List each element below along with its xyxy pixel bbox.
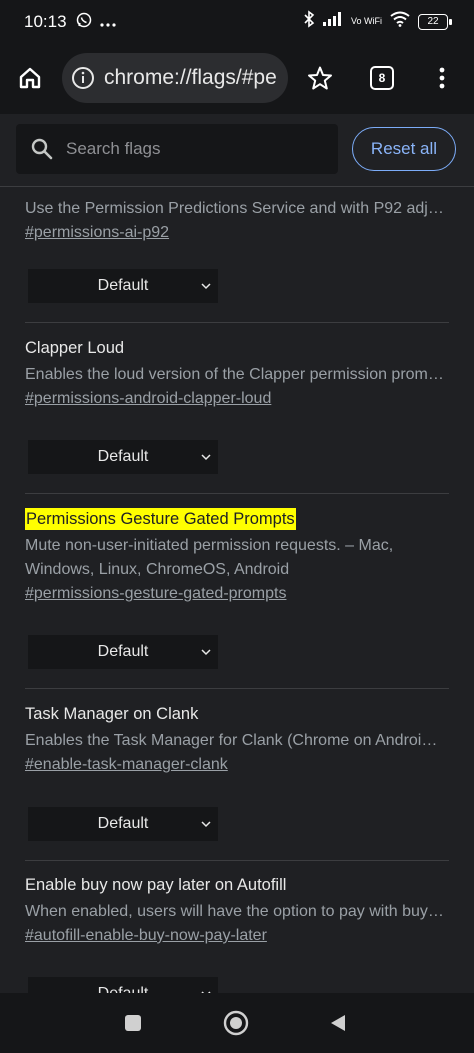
flag-title-highlighted: Permissions Gesture Gated Prompts [25,508,296,530]
search-box[interactable] [16,124,338,174]
flag-state-select[interactable]: Default [28,807,218,841]
flag-title: Task Manager on Clank [25,705,199,723]
divider [25,493,449,494]
select-value: Default [97,643,149,660]
battery-indicator: 22 [418,13,452,30]
flag-anchor-link[interactable]: #enable-task-manager-clank [25,753,449,777]
flag-description: When enabled, users will have the option… [25,903,444,920]
wifi-icon [390,11,410,32]
chevron-down-icon [201,649,211,656]
flag-anchor-link[interactable]: #permissions-ai-p92 [25,221,449,245]
home-button[interactable] [8,56,52,100]
tab-count: 8 [370,66,394,90]
home-circle-icon [223,1010,249,1036]
flag-anchor-link[interactable]: #autofill-enable-buy-now-pay-later [25,924,449,948]
whatsapp-icon [76,12,92,33]
home-icon [19,67,41,89]
browser-toolbar: chrome://flags/#pe 8 [0,44,474,114]
flags-list[interactable]: Use the Permission Predictions Service a… [0,187,474,993]
search-input[interactable] [64,138,308,160]
address-bar[interactable]: chrome://flags/#pe [62,53,288,103]
info-icon[interactable] [70,65,96,91]
flag-item: Enable buy now pay later on Autofill Whe… [25,874,449,948]
url-text[interactable]: chrome://flags/#pe [104,66,277,90]
flag-state-select[interactable]: Default [28,440,218,474]
network-type-label: Vo WiFi [350,16,382,26]
flag-state-select[interactable]: Default [28,269,218,303]
flag-description: Enables the Task Manager for Clank (Chro… [25,732,438,749]
bluetooth-icon [303,10,315,33]
signal-icon [322,12,343,31]
more-notifications-icon [100,14,116,32]
back-triangle-icon [331,1015,345,1031]
select-value: Default [98,985,149,993]
flag-description: Use the Permission Predictions Service a… [25,200,444,217]
chevron-down-icon [201,454,211,461]
flag-title: Enable buy now pay later on Autofill [25,876,287,894]
flags-search-header: Reset all [0,114,474,187]
flag-state-select[interactable]: Default [28,635,218,669]
reset-all-button[interactable]: Reset all [352,127,456,171]
system-navigation-bar [0,993,474,1053]
flag-anchor-link[interactable]: #permissions-android-clapper-loud [25,387,449,411]
flag-description: Enables the loud version of the Clapper … [25,366,444,383]
back-button[interactable] [323,1008,353,1038]
more-vert-icon [439,67,445,89]
flag-state-select[interactable]: Default [28,977,218,993]
search-icon [31,138,53,160]
flag-item: Clapper Loud Enables the loud version of… [25,337,449,411]
select-value: Default [97,448,149,465]
flag-item: Use the Permission Predictions Service a… [25,193,449,245]
divider [25,322,449,323]
chevron-down-icon [201,283,211,290]
tab-switcher-button[interactable]: 8 [360,56,404,100]
flag-anchor-link[interactable]: #permissions-gesture-gated-prompts [25,582,449,606]
status-bar: 10:13 Vo WiFi 22 [0,0,474,44]
menu-button[interactable] [420,56,464,100]
status-time: 10:13 [24,12,67,31]
recents-square-icon [125,1015,141,1031]
flag-item-highlighted: Permissions Gesture Gated Prompts Mute n… [25,508,449,606]
divider [25,860,449,861]
divider [25,688,449,689]
select-value: Default [97,277,149,294]
flag-title: Clapper Loud [25,339,125,357]
select-value: Default [97,815,149,832]
chevron-down-icon [201,821,211,828]
recents-button[interactable] [118,1008,148,1038]
flag-item: Task Manager on Clank Enables the Task M… [25,703,449,777]
bookmark-button[interactable] [298,56,342,100]
flag-description: Mute non-user-initiated permission reque… [25,537,394,578]
star-icon [308,66,332,90]
home-nav-button[interactable] [221,1008,251,1038]
